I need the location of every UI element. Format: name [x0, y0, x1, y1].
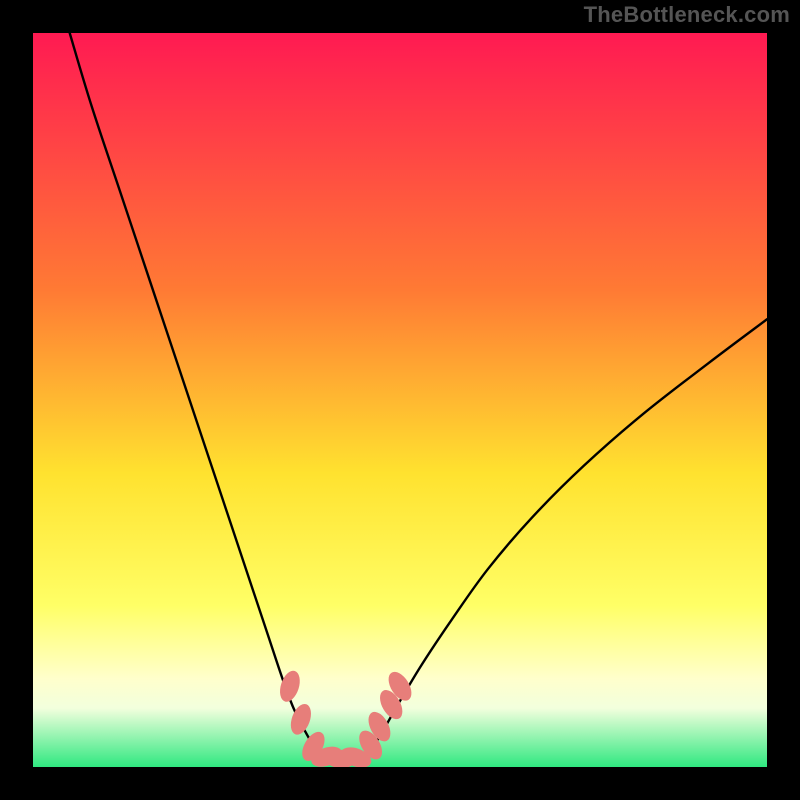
attribution-label: TheBottleneck.com — [584, 2, 790, 28]
gradient-background — [33, 33, 767, 767]
plot-area — [33, 33, 767, 767]
bottleneck-chart — [33, 33, 767, 767]
chart-frame: TheBottleneck.com — [0, 0, 800, 800]
